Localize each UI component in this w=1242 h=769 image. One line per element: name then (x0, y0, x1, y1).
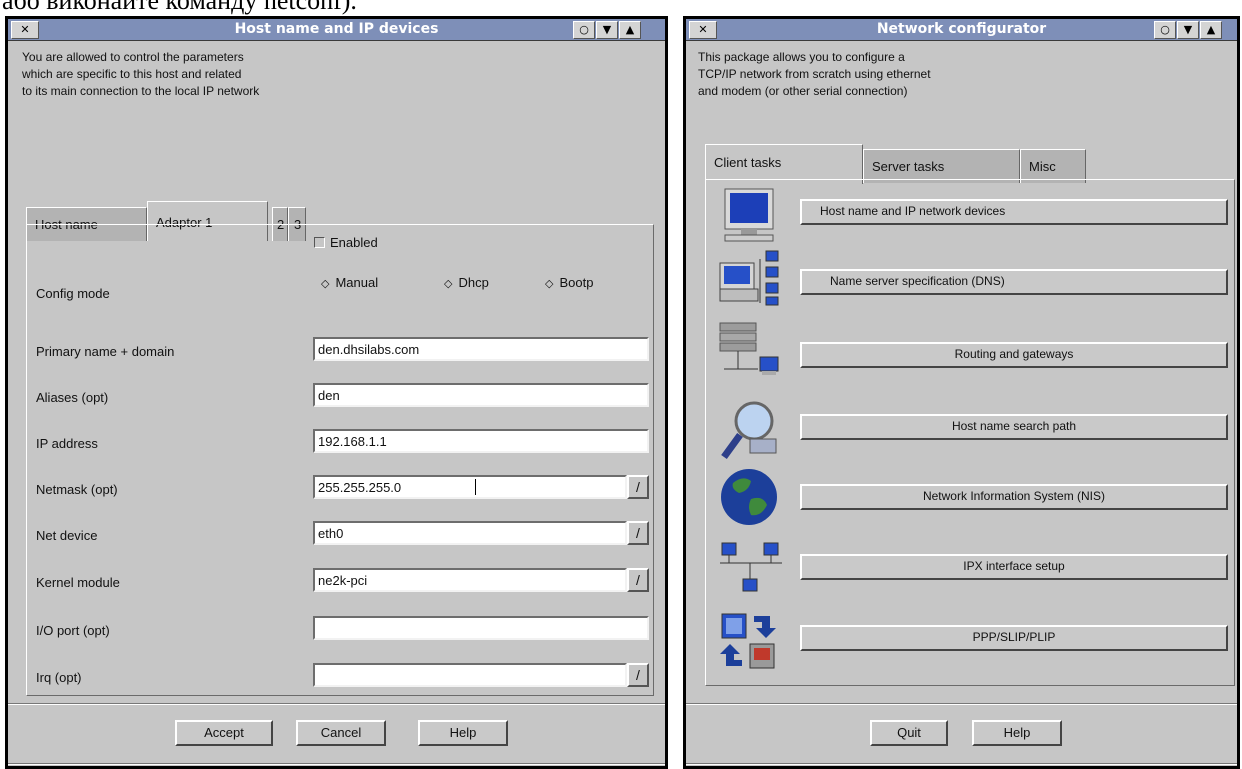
kernel-module-input[interactable]: ne2k-pci (313, 568, 627, 592)
ppp-connection-icon (720, 613, 776, 669)
task-dns-button[interactable]: Name server specification (DNS) (800, 269, 1228, 295)
minimize-button[interactable]: ○ (1154, 21, 1176, 39)
net-device-label: Net device (36, 528, 98, 543)
irq-input[interactable] (313, 663, 627, 687)
shade-button[interactable]: ▼ (1177, 21, 1199, 39)
bottom-edge (686, 763, 1237, 765)
task-search-path-button[interactable]: Host name search path (800, 414, 1228, 440)
network-configurator-window: ✕ Network configurator ○ ▼ ▲ This packag… (683, 16, 1240, 769)
host-name-window: ✕ Host name and IP devices ○ ▼ ▲ You are… (5, 16, 668, 769)
primary-name-input[interactable]: den.dhsilabs.com (313, 337, 649, 361)
intro-text: You are allowed to control the parameter… (22, 50, 260, 98)
tab-client-tasks[interactable]: Client tasks (705, 144, 863, 184)
radio-manual[interactable]: ◇ Manual (321, 275, 378, 290)
radio-dhcp[interactable]: ◇ Dhcp (444, 275, 489, 290)
enabled-checkbox[interactable]: Enabled (314, 235, 378, 250)
net-device-dropdown-button[interactable]: / (627, 521, 649, 545)
task-host-name-button[interactable]: Host name and IP network devices (800, 199, 1228, 225)
monitor-icon (724, 188, 774, 242)
radio-icon: ◇ (545, 278, 554, 290)
maximize-button[interactable]: ▲ (619, 21, 641, 39)
network-computers-icon (719, 250, 779, 306)
primary-name-label: Primary name + domain (36, 344, 175, 359)
io-port-input[interactable] (313, 616, 649, 640)
minimize-button[interactable]: ○ (573, 21, 595, 39)
ip-address-input[interactable]: 192.168.1.1 (313, 429, 649, 453)
document-caption: або виконайте команду netconf). (2, 0, 357, 15)
shade-button[interactable]: ▼ (596, 21, 618, 39)
enabled-label: Enabled (330, 235, 378, 250)
tab-label: Misc (1029, 159, 1056, 174)
maximize-button[interactable]: ▲ (1200, 21, 1222, 39)
magnifier-icon (721, 401, 777, 460)
netmask-value: 255.255.255.0 (318, 480, 402, 495)
kernel-module-label: Kernel module (36, 575, 120, 590)
radio-label: Dhcp (458, 275, 489, 290)
router-icon (719, 322, 779, 375)
divider (686, 703, 1237, 705)
title-bar[interactable]: ✕ Network configurator ○ ▼ ▲ (686, 19, 1237, 41)
netmask-label: Netmask (opt) (36, 482, 118, 497)
ip-address-label: IP address (36, 436, 98, 451)
irq-label: Irq (opt) (36, 670, 82, 685)
aliases-input[interactable]: den (313, 383, 649, 407)
tab-misc[interactable]: Misc (1020, 149, 1086, 183)
radio-icon: ◇ (444, 278, 453, 290)
netmask-dropdown-button[interactable]: / (627, 475, 649, 499)
window-title: Host name and IP devices (234, 21, 439, 37)
intro-text: This package allows you to configure a T… (698, 50, 931, 98)
tab-label: Server tasks (872, 159, 945, 174)
task-ppp-button[interactable]: PPP/SLIP/PLIP (800, 625, 1228, 651)
task-nis-button[interactable]: Network Information System (NIS) (800, 484, 1228, 510)
tab-label: Client tasks (714, 155, 782, 170)
checkbox-icon (314, 237, 325, 248)
task-ipx-button[interactable]: IPX interface setup (800, 554, 1228, 580)
config-mode-label: Config mode (36, 286, 110, 301)
net-device-input[interactable]: eth0 (313, 521, 627, 545)
netmask-input[interactable]: 255.255.255.0 (313, 475, 627, 499)
accept-button[interactable]: Accept (175, 720, 273, 746)
radio-label: Bootp (559, 275, 594, 290)
globe-icon (721, 469, 777, 525)
io-port-label: I/O port (opt) (36, 623, 110, 638)
kernel-module-dropdown-button[interactable]: / (627, 568, 649, 592)
divider (8, 703, 665, 705)
text-cursor (475, 479, 476, 495)
radio-bootp[interactable]: ◇ Bootp (545, 275, 593, 290)
tab-server-tasks[interactable]: Server tasks (863, 149, 1020, 183)
irq-dropdown-button[interactable]: / (627, 663, 649, 687)
aliases-label: Aliases (opt) (36, 390, 109, 405)
ipx-network-icon (720, 542, 782, 592)
task-routing-button[interactable]: Routing and gateways (800, 342, 1228, 368)
radio-label: Manual (335, 275, 379, 290)
help-button[interactable]: Help (418, 720, 508, 746)
cancel-button[interactable]: Cancel (296, 720, 386, 746)
title-bar[interactable]: ✕ Host name and IP devices ○ ▼ ▲ (8, 19, 665, 41)
bottom-edge (8, 763, 665, 765)
quit-button[interactable]: Quit (870, 720, 948, 746)
help-button[interactable]: Help (972, 720, 1062, 746)
radio-selected-icon: ◇ (321, 278, 330, 290)
